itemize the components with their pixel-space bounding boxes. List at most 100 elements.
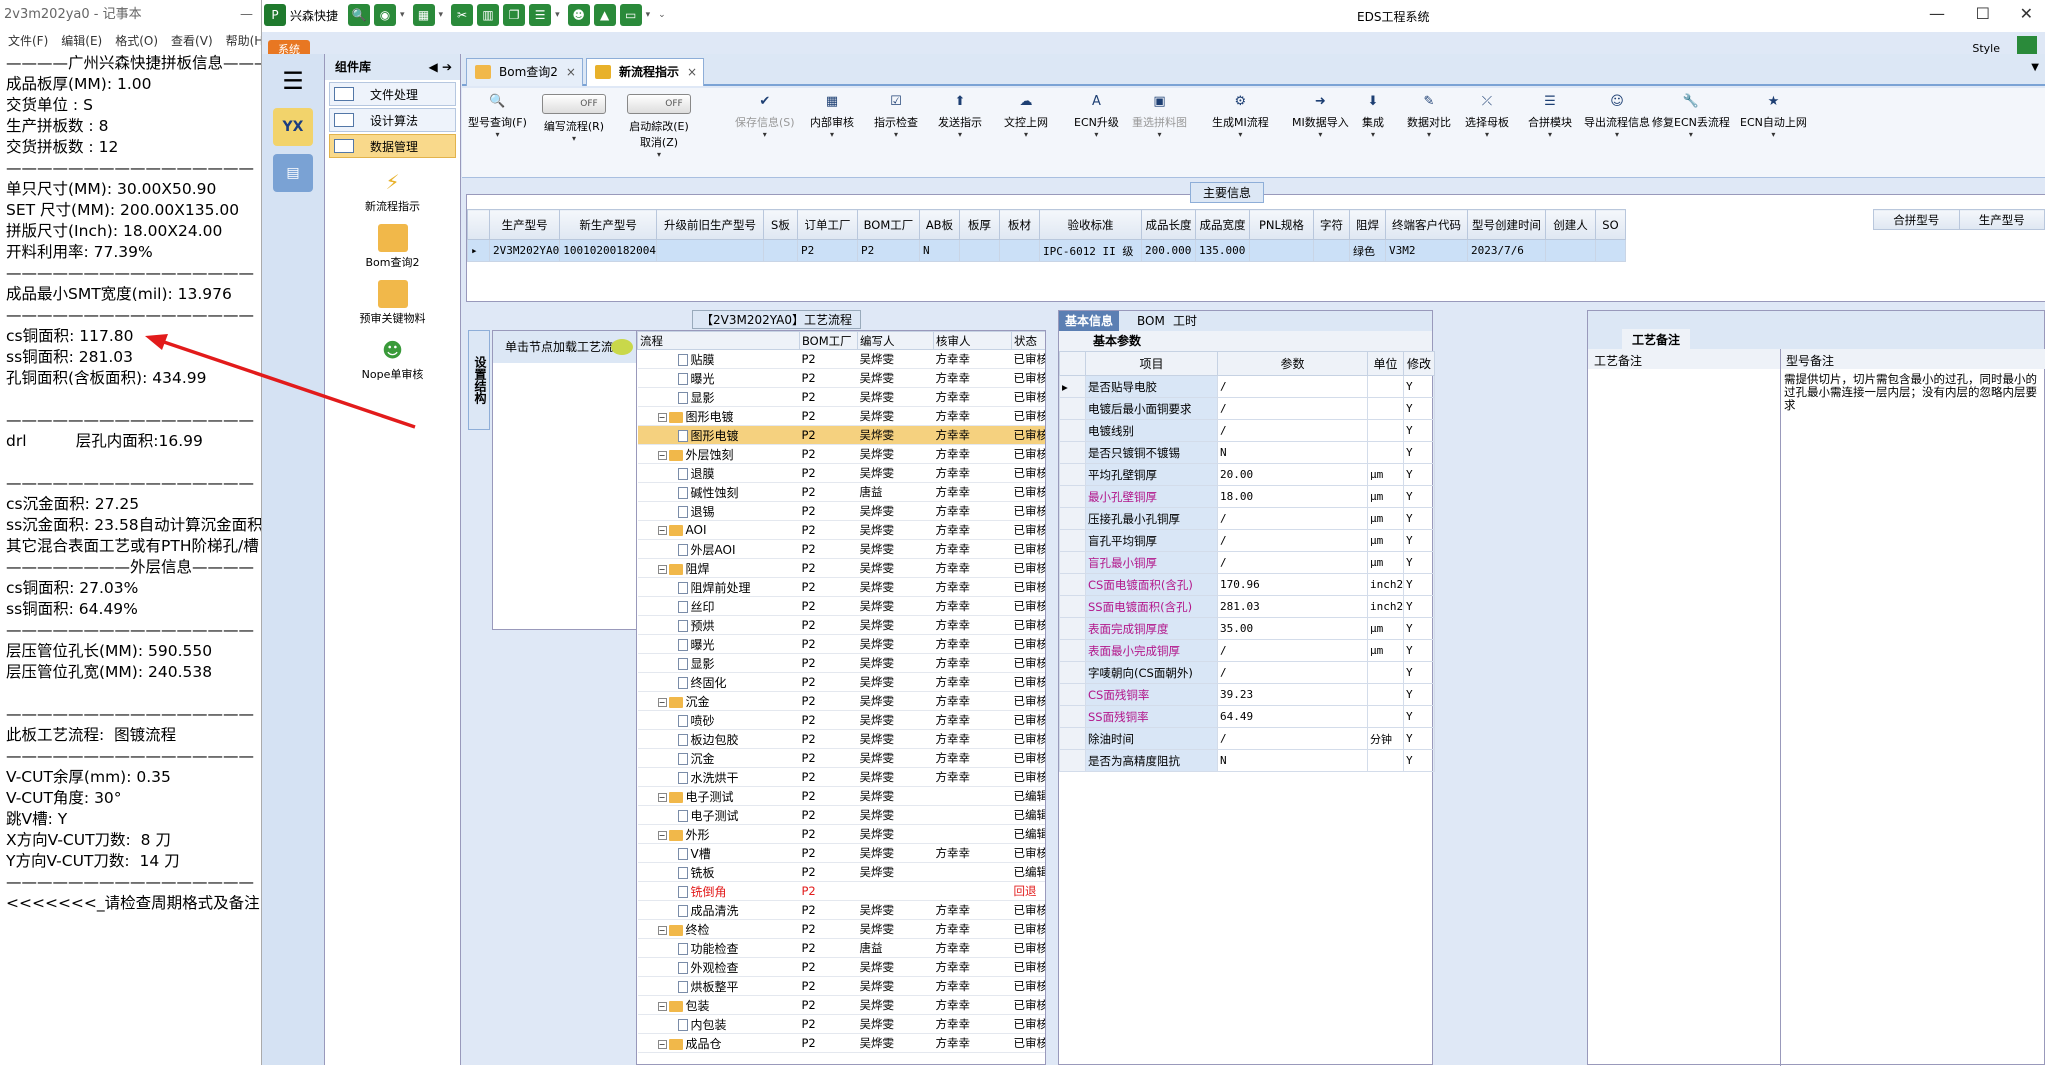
ribbon-button[interactable]: ✔ 保存信息(S) ▾	[735, 94, 795, 139]
tree-node[interactable]: − 终检	[637, 919, 800, 939]
tree-row[interactable]: 图形电镀 P2 吴烨雯 方幸幸 已审核	[637, 425, 1045, 445]
ribbon-button[interactable]: ☰ 合拼模块 ▾	[1528, 94, 1572, 139]
maximize-button[interactable]: ☐	[1976, 4, 1990, 23]
column-header[interactable]: 字符	[1312, 209, 1350, 240]
tree-node[interactable]: 贴膜	[637, 349, 800, 369]
refresh-icon[interactable]: ◉	[374, 4, 397, 26]
tree-row[interactable]: 碱性蚀刻 P2 唐益 方幸幸 已审核	[637, 482, 1045, 502]
column-header[interactable]: BOM工厂	[856, 209, 920, 240]
collapse-icon[interactable]: −	[657, 526, 667, 535]
table-cell[interactable]: V3M2	[1384, 239, 1468, 262]
collapse-icon[interactable]: −	[657, 412, 667, 422]
tree-row[interactable]: 退锡 P2 吴烨雯 方幸幸 已审核	[637, 501, 1045, 521]
ribbon-button[interactable]: ▣ 重选拼料图 ▾	[1132, 94, 1187, 139]
toolbox-icon[interactable]: ▤	[273, 154, 313, 192]
column-header[interactable]: 参数	[1217, 351, 1368, 376]
param-row[interactable]: 平均孔壁铜厚 20.00 μm Y	[1059, 463, 1435, 486]
column-header[interactable]: 成品宽度	[1194, 209, 1250, 240]
collapse-icon[interactable]: −	[657, 1001, 667, 1011]
tree-node[interactable]: 外层AOI	[637, 539, 800, 559]
column-header[interactable]: 生产型号	[488, 209, 561, 240]
tree-row[interactable]: 曝光 P2 吴烨雯 方幸幸 已审核	[637, 634, 1045, 654]
tree-row[interactable]: − 沉金 P2 吴烨雯 方幸幸 已审核	[637, 691, 1045, 711]
param-value[interactable]: 281.03	[1217, 595, 1368, 618]
panel-arrows-icon[interactable]: ◀ ➔	[429, 54, 452, 80]
menu-icon[interactable]: ☰	[273, 62, 313, 100]
tree-row[interactable]: 功能检查 P2 唐益 方幸幸 已审核	[637, 938, 1045, 958]
structure-vertical-tab[interactable]: 设置结构	[468, 330, 490, 430]
tree-node[interactable]: − 包装	[637, 995, 800, 1015]
close-button[interactable]: ✕	[2020, 4, 2033, 23]
tree-row[interactable]: 贴膜 P2 吴烨雯 方幸幸 已审核	[637, 349, 1045, 369]
customize-icon[interactable]: ⌄	[658, 10, 666, 20]
tree-node[interactable]: 曝光	[637, 368, 800, 388]
param-modify[interactable]: Y	[1403, 529, 1435, 552]
table-cell[interactable]: IPC-6012 II 级	[1038, 239, 1142, 262]
collapse-icon[interactable]: −	[657, 792, 667, 802]
ribbon-button[interactable]: ⬆ 发送指示 ▾	[938, 94, 982, 139]
column-header[interactable]: SO	[1594, 209, 1626, 240]
param-row[interactable]: 电镀后最小面铜要求 / Y	[1059, 397, 1435, 420]
param-modify[interactable]: Y	[1403, 595, 1435, 618]
tree-row[interactable]: 丝印 P2 吴烨雯 方幸幸 已审核	[637, 596, 1045, 616]
table-cell[interactable]: P2	[796, 239, 858, 262]
table-cell[interactable]	[762, 239, 798, 262]
param-modify[interactable]: Y	[1403, 573, 1435, 596]
column-header[interactable]: PNL规格	[1248, 209, 1314, 240]
tree-row[interactable]: − 成品仓 P2 吴烨雯 方幸幸 已审核	[637, 1033, 1045, 1053]
table-row[interactable]: ▸ 2V3M202YA0 10010200182004 P2 P2 N IPC-6012 I…	[467, 239, 1626, 262]
chevron-down-icon[interactable]: ▾	[1362, 130, 1384, 139]
remarks-tab[interactable]: 工艺备注	[1622, 329, 1691, 350]
tree-node[interactable]: 喷砂	[637, 710, 800, 730]
param-value[interactable]: /	[1217, 507, 1368, 530]
param-row[interactable]: 压接孔最小孔铜厚 / μm Y	[1059, 507, 1435, 530]
component-item-data[interactable]: 数据管理	[329, 134, 456, 158]
tree-node[interactable]: − 沉金	[637, 691, 800, 711]
tree-node[interactable]: 水洗烘干	[637, 767, 800, 787]
chevron-down-icon[interactable]: ▾	[1074, 130, 1119, 139]
param-modify[interactable]: Y	[1403, 639, 1435, 662]
column-header[interactable]: 验收标准	[1038, 209, 1142, 240]
param-value[interactable]: N	[1217, 749, 1368, 772]
tree-row[interactable]: 内包装 P2 吴烨雯 方幸幸 已审核	[637, 1014, 1045, 1034]
param-row[interactable]: 是否只镀铜不镀锡 N Y	[1059, 441, 1435, 464]
tree-row[interactable]: − AOI P2 吴烨雯 方幸幸 已审核	[637, 520, 1045, 540]
column-header[interactable]: S板	[762, 209, 798, 240]
close-icon[interactable]: ×	[566, 59, 576, 85]
param-modify[interactable]: Y	[1403, 397, 1435, 420]
chevron-down-icon[interactable]: ▾	[735, 130, 795, 139]
ribbon-button[interactable]: 🔍 型号查询(F) ▾	[468, 94, 527, 139]
param-value[interactable]: /	[1217, 419, 1368, 442]
minimize-button[interactable]: —	[1929, 4, 1945, 23]
grid-icon[interactable]: ▦	[412, 4, 435, 26]
param-row[interactable]: 电镀线别 / Y	[1059, 419, 1435, 442]
param-modify[interactable]: Y	[1403, 463, 1435, 486]
tree-row[interactable]: 成品清洗 P2 吴烨雯 方幸幸 已审核	[637, 900, 1045, 920]
tree-node[interactable]: 退膜	[637, 463, 800, 483]
tool-prereview[interactable]: 预审关键物料	[325, 280, 460, 326]
chevron-down-icon[interactable]: ▾	[439, 10, 444, 20]
param-value[interactable]: 20.00	[1217, 463, 1368, 486]
param-value[interactable]: /	[1217, 397, 1368, 420]
ribbon-button[interactable]: 🔧 修复ECN丢流程 ▾	[1652, 94, 1730, 139]
ribbon-button[interactable]: ⬇ 集成 ▾	[1362, 94, 1384, 139]
tree-row[interactable]: 外观检查 P2 吴烨雯 方幸幸 已审核	[637, 957, 1045, 977]
search-icon[interactable]: 🔍	[348, 4, 371, 26]
tree-node[interactable]: V槽	[637, 843, 800, 863]
chevron-down-icon[interactable]: ▾	[1465, 130, 1509, 139]
toggle-switch[interactable]: OFF	[627, 94, 691, 114]
param-value[interactable]: /	[1217, 529, 1368, 552]
ribbon-button[interactable]: ★ ECN自动上网 ▾	[1740, 94, 1807, 139]
param-row[interactable]: 字唛朝向(CS面朝外) / Y	[1059, 661, 1435, 684]
tree-row[interactable]: 铣板 P2 吴烨雯 已编辑	[637, 862, 1045, 882]
menu-item[interactable]: 帮助(H)	[226, 34, 261, 48]
ribbon-button[interactable]: ☁ 文控上网 ▾	[1004, 94, 1048, 139]
tree-node[interactable]: 内包装	[637, 1014, 800, 1034]
component-item-algorithm[interactable]: 设计算法	[329, 108, 456, 132]
window-icon[interactable]: ▭	[619, 4, 642, 26]
param-value[interactable]: 64.49	[1217, 705, 1368, 728]
tree-row[interactable]: 水洗烘干 P2 吴烨雯 方幸幸 已审核	[637, 767, 1045, 787]
tree-node[interactable]: 沉金	[637, 748, 800, 768]
param-row[interactable]: 除油时间 / 分钟 Y	[1059, 727, 1435, 750]
param-modify[interactable]: Y	[1403, 375, 1435, 398]
